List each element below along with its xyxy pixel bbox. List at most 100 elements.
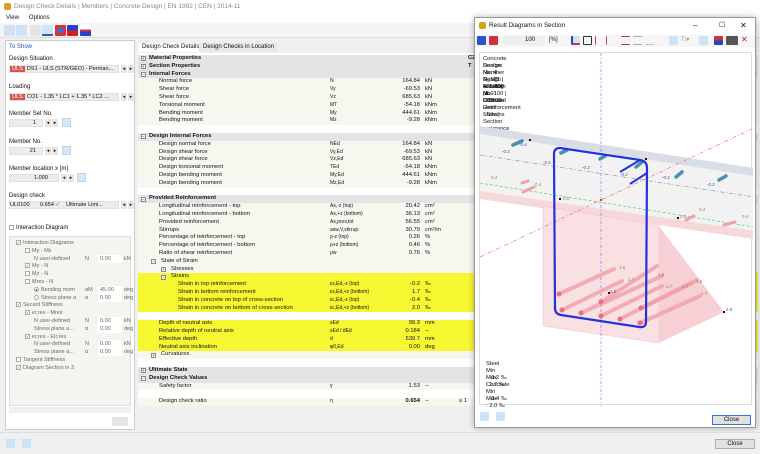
zoom-section-icon[interactable] [16, 25, 27, 36]
tab-design-checks-in-location[interactable]: Design Checks in Location [199, 43, 279, 52]
tree-item[interactable]: Stress plane a... α 0.00 deg [10, 348, 133, 357]
maximize-button[interactable]: ☐ [719, 21, 725, 29]
interaction-diagram-checkbox[interactable]: Interaction Diagram [9, 225, 68, 231]
checkbox[interactable]: ✓ [16, 364, 21, 370]
checkbox[interactable]: ✓ [16, 240, 21, 246]
reset-icon[interactable]: ✕ [741, 35, 751, 44]
tree-item[interactable]: Mz - N [10, 270, 132, 278]
tree-item[interactable]: My - Mz [10, 247, 132, 255]
member-icon[interactable] [67, 25, 78, 36]
tree-item-value[interactable]: 0.00 [98, 317, 122, 325]
prev-arrow[interactable]: ◂ [61, 174, 67, 182]
pick-member-set-icon[interactable] [62, 118, 71, 127]
expand-toggle-icon[interactable]: − [141, 196, 146, 202]
prev-arrow[interactable]: ◂ [121, 65, 127, 73]
checkbox[interactable]: ✓ [25, 333, 30, 339]
expand-toggle-icon[interactable]: − [141, 134, 146, 140]
next-arrow[interactable]: ▸ [52, 119, 58, 127]
tree-item-value[interactable]: 45.00 [98, 285, 122, 294]
print-icon[interactable] [112, 417, 128, 426]
zoom-icon[interactable] [480, 412, 489, 421]
section-values-icon[interactable] [621, 36, 630, 45]
tree-item[interactable]: N user-defined N 0.00 kN [10, 317, 132, 325]
tree-item[interactable]: ✓ My - N [10, 262, 132, 270]
menu-view[interactable]: View [6, 15, 19, 21]
checkbox[interactable] [16, 357, 21, 363]
expand-toggle-icon[interactable]: − [151, 259, 156, 265]
expand-toggle-icon[interactable]: + [161, 266, 166, 272]
expand-toggle-icon[interactable]: + [141, 64, 146, 70]
tree-item[interactable]: ● Bending mom αM 45.00 deg [10, 285, 133, 294]
horizontal-scrollbar[interactable] [9, 407, 131, 413]
expand-toggle-icon[interactable]: − [141, 376, 146, 382]
next-arrow[interactable]: ▸ [52, 147, 58, 155]
zoom-input[interactable]: 100 [503, 36, 543, 45]
section-icon[interactable] [477, 36, 486, 45]
close-icon[interactable]: ✕ [740, 21, 747, 30]
color-icon[interactable] [55, 25, 66, 36]
checkbox[interactable]: ✓ [25, 310, 30, 316]
tree-item-value[interactable]: 0.00 [98, 254, 122, 263]
section-values2-icon[interactable] [633, 36, 642, 45]
tree-item-value[interactable]: 0.00 [98, 324, 122, 333]
next-arrow[interactable]: ▸ [128, 65, 134, 73]
tree-item[interactable]: Tangent Stiffness [10, 356, 132, 364]
tree-item[interactable]: N user-defined N 0.00 kN [10, 340, 132, 349]
table-icon[interactable] [22, 439, 31, 448]
menu-options[interactable]: Options [29, 15, 50, 21]
checkbox[interactable] [34, 294, 39, 300]
next-arrow[interactable]: ▸ [128, 201, 134, 209]
tree-item[interactable]: ✓ Interaction Diagrams [10, 239, 132, 247]
next-arrow[interactable]: ▸ [68, 174, 74, 182]
print-preview-icon[interactable] [583, 36, 592, 45]
zoom-icon[interactable] [6, 439, 15, 448]
tree-item[interactable]: ✓ κr,res - EIr,res [10, 333, 132, 341]
zoom-icon[interactable] [4, 25, 15, 36]
diagram-area[interactable]: Concrete Design Section No. 4 - R_M1 400/… [479, 52, 753, 409]
pick-member-icon[interactable] [62, 146, 71, 155]
reinforcement-icon[interactable] [699, 36, 708, 45]
minimize-button[interactable]: – [693, 21, 697, 30]
prev-arrow[interactable]: ◂ [45, 147, 51, 155]
table-icon[interactable] [496, 412, 505, 421]
checkbox[interactable] [25, 247, 30, 253]
dimension-icon[interactable] [595, 36, 604, 45]
units-dropdown[interactable]: Tı▾ [681, 36, 695, 45]
checkbox[interactable]: ✓ [16, 302, 21, 308]
tree-item[interactable]: ✓ Secant Stiffness [10, 301, 132, 309]
location-select[interactable]: 1.000 [9, 174, 59, 182]
expand-toggle-icon[interactable]: − [161, 274, 166, 280]
section-red-icon[interactable] [489, 36, 498, 45]
checkbox[interactable] [9, 225, 14, 230]
diagram-icon[interactable] [80, 25, 91, 36]
member-select[interactable]: 21 [9, 147, 43, 155]
loading-select[interactable]: ULS CO1 - 1.35 * LC1 + 1.35 * LC2 ... [9, 93, 119, 101]
stress-icon[interactable] [669, 36, 678, 45]
tree-item-value[interactable]: 0.00 [98, 348, 122, 357]
tree-item[interactable]: Stress plane a α 0.00 deg [10, 293, 133, 302]
tree-item-value[interactable]: 0.00 [98, 340, 122, 349]
table-icon[interactable] [30, 25, 41, 36]
tree-item[interactable]: ✓ Diagram Section in 3 [10, 364, 132, 372]
tree-item[interactable]: Stress plane a... α 0.00 deg [10, 324, 133, 333]
axes-icon[interactable] [571, 36, 580, 45]
prev-arrow[interactable]: ◂ [121, 93, 127, 101]
checkbox[interactable]: ✓ [25, 263, 30, 269]
checkbox[interactable] [25, 279, 30, 285]
checkbox[interactable] [25, 271, 30, 277]
tree-item[interactable]: ✓ κr,res - Mres [10, 309, 132, 317]
grid-icon[interactable] [645, 36, 654, 45]
print-icon[interactable] [726, 36, 738, 45]
prev-arrow[interactable]: ◂ [121, 201, 127, 209]
close-button[interactable]: Close [715, 439, 755, 449]
next-arrow[interactable]: ▸ [128, 93, 134, 101]
checkbox[interactable]: ● [34, 286, 39, 292]
export-icon[interactable] [714, 36, 723, 45]
expand-toggle-icon[interactable]: + [151, 352, 156, 358]
tree-item-value[interactable]: 0.00 [98, 293, 122, 302]
expand-toggle-icon[interactable]: − [141, 71, 146, 77]
design-situation-select[interactable]: ULS DS1 - ULS (STR/GEO) - Perman... [9, 65, 119, 73]
prev-arrow[interactable]: ◂ [45, 119, 51, 127]
dimension2-icon[interactable] [606, 36, 615, 45]
location-settings-icon[interactable] [77, 173, 86, 182]
